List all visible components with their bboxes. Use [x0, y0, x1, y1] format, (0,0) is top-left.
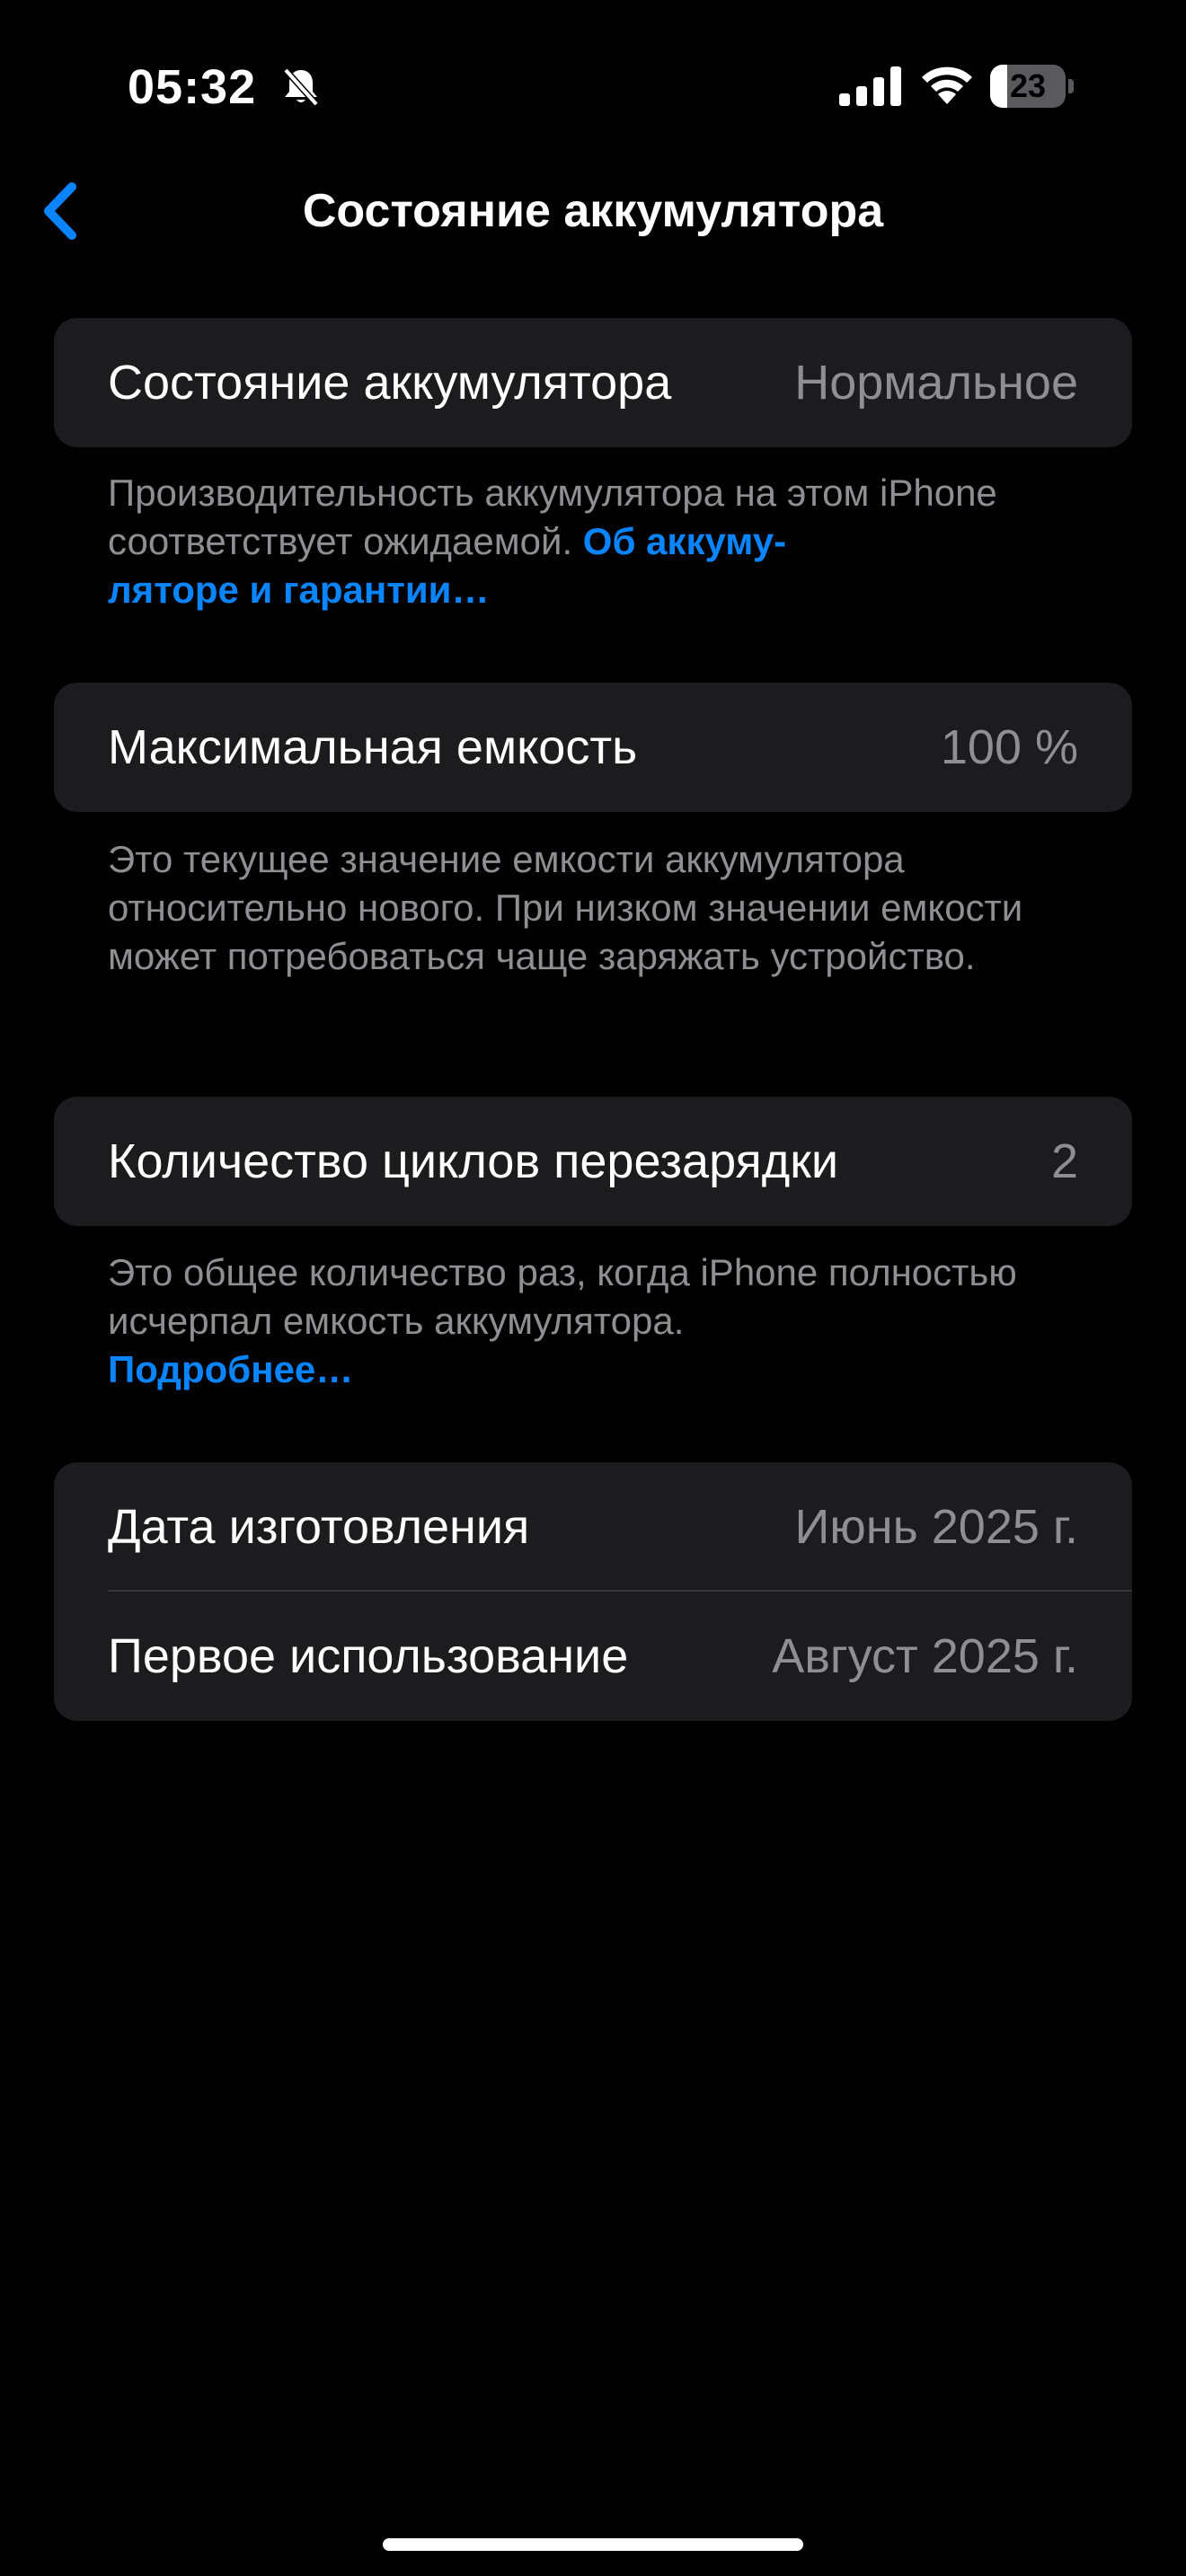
max-capacity-row: Максимальная емкость 100 %: [54, 683, 1132, 812]
manufacture-date-value: Июнь 2025 г.: [794, 1500, 1078, 1554]
cycle-count-footer: Это общее количество раз, когда iPhone п…: [108, 1248, 1078, 1394]
battery-health-value: Нормальное: [794, 356, 1078, 410]
status-bar: 05:32 23: [0, 0, 1186, 171]
battery-level: 23: [1009, 67, 1047, 104]
cycle-count-label: Количество циклов перезарядки: [108, 1134, 839, 1188]
battery-health-footer: Производительность аккумулятора на этом …: [108, 469, 1078, 614]
max-capacity-footer: Это текущее значение емкости аккумулятор…: [108, 838, 1023, 977]
cycle-count-card: Количество циклов перезарядки 2: [54, 1097, 1132, 1226]
battery-health-card: Состояние аккумулятора Нормальное: [54, 318, 1132, 447]
status-time: 05:32: [128, 60, 257, 114]
home-indicator[interactable]: [383, 2538, 803, 2551]
chevron-left-icon: [44, 182, 76, 240]
cellular-signal-icon: [839, 66, 902, 106]
manufacture-date-row: Дата изготовления Июнь 2025 г.: [54, 1462, 1132, 1592]
battery-cap: [1068, 79, 1074, 93]
navigation-bar: Состояние аккумулятора: [0, 171, 1186, 251]
battery-health-footer-text: Производительность аккумулятора на этом …: [108, 472, 997, 562]
bell-slash-icon: [279, 65, 323, 110]
battery-body: 23: [990, 65, 1066, 108]
back-button[interactable]: [27, 171, 108, 251]
max-capacity-value: 100 %: [940, 720, 1078, 774]
wifi-icon: [918, 63, 976, 106]
battery-dates-card: Дата изготовления Июнь 2025 г. Первое ис…: [54, 1462, 1132, 1721]
cycle-count-value: 2: [1050, 1134, 1078, 1188]
cycle-count-footer-text: Это общее количество раз, когда iPhone п…: [108, 1251, 1017, 1342]
max-capacity-label: Максимальная емкость: [108, 720, 638, 774]
max-capacity-card: Максимальная емкость 100 %: [54, 683, 1132, 812]
first-use-value: Август 2025 г.: [772, 1629, 1078, 1683]
cycle-count-row: Количество циклов перезарядки 2: [54, 1097, 1132, 1226]
page-title: Состояние аккумулятора: [302, 185, 884, 237]
battery-health-row: Состояние аккумулятора Нормальное: [54, 318, 1132, 447]
first-use-label: Первое использование: [108, 1629, 629, 1683]
battery-health-label: Состояние аккумулятора: [108, 356, 672, 410]
learn-more-link[interactable]: Подробнее…: [108, 1348, 353, 1390]
first-use-row: Первое использование Август 2025 г.: [54, 1592, 1132, 1721]
battery-icon: 23: [990, 65, 1075, 108]
manufacture-date-label: Дата изготовления: [108, 1500, 530, 1554]
